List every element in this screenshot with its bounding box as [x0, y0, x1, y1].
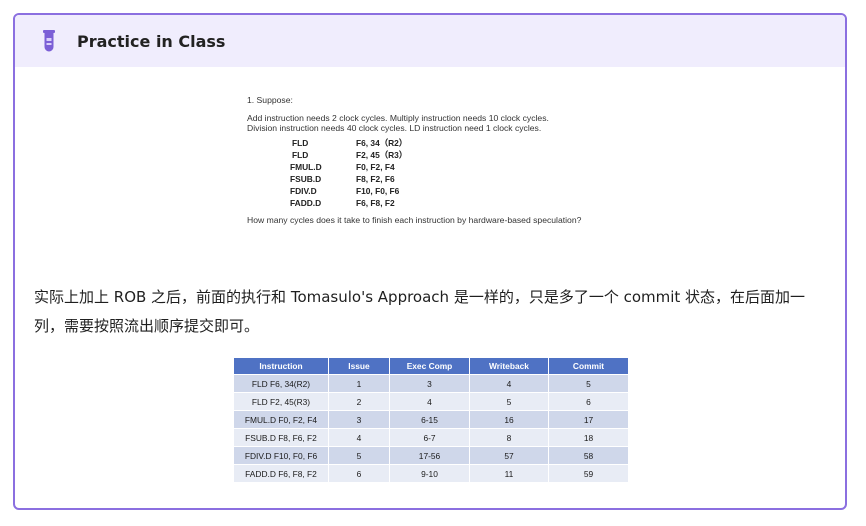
column-header: Exec Comp [389, 358, 470, 375]
code-line: FLD F2, 45（R3） [292, 150, 408, 160]
code-line: FLD F6, 34（R2） [292, 138, 408, 148]
column-header: Writeback [469, 358, 549, 375]
code-line: FDIV.D F10, F0, F6 [290, 186, 400, 196]
card-title: Practice in Class [77, 31, 226, 51]
problem-question: How many cycles does it take to finish e… [247, 215, 582, 225]
problem-intro: 1. Suppose: [247, 95, 293, 105]
explanation-paragraph: 实际上加上 ROB 之后，前面的执行和 Tomasulo's Approach … [34, 288, 806, 335]
problem-line-1: Add instruction needs 2 clock cycles. Mu… [247, 113, 549, 123]
column-header: Instruction [234, 358, 329, 375]
result-table: Instruction Issue Exec Comp Writeback Co… [234, 358, 629, 482]
code-line: FADD.D F6, F8, F2 [290, 198, 395, 208]
table-row: FSUB.D F8, F6, F2 4 6-7 8 18 [234, 428, 629, 447]
problem-line-2: Division instruction needs 40 clock cycl… [247, 123, 542, 133]
table-header-row: Instruction Issue Exec Comp Writeback Co… [234, 358, 629, 375]
flask-icon [43, 30, 55, 52]
table-row: FLD F2, 45(R3) 2 4 5 6 [234, 392, 629, 411]
code-block: FLD F6, 34（R2） FLD F2, 45（R3） FMUL.D F0, F2… [247, 137, 607, 209]
table-row: FMUL.D F0, F2, F4 3 6-15 16 17 [234, 410, 629, 429]
table-row: FDIV.D F10, F0, F6 5 17-56 57 58 [234, 446, 629, 465]
column-header: Issue [328, 358, 390, 375]
table-row: FLD F6, 34(R2) 1 3 4 5 [234, 374, 629, 393]
card-header: Practice in Class [15, 15, 845, 67]
practice-card: Practice in Class 1. Suppose: Add instru… [13, 13, 847, 510]
column-header: Commit [548, 358, 629, 375]
table-row: FADD.D F6, F8, F2 6 9-10 11 59 [234, 464, 629, 482]
code-line: FMUL.D F0, F2, F4 [290, 162, 395, 172]
code-line: FSUB.D F8, F2, F6 [290, 174, 395, 184]
problem-image: 1. Suppose: Add instruction needs 2 cloc… [247, 95, 607, 225]
